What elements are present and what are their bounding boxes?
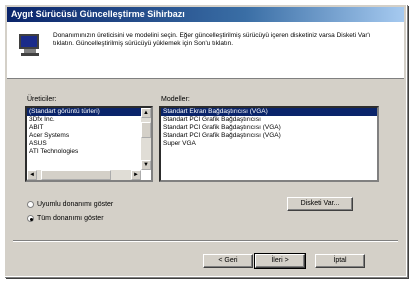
scroll-right-icon[interactable]: ►	[131, 170, 141, 180]
hscroll-thumb[interactable]	[41, 170, 111, 180]
wizard-window: Aygıt Sürücüsü Güncelleştirme Sihirbazı …	[4, 4, 407, 277]
next-button[interactable]: İleri >	[254, 253, 306, 269]
wizard-header: Donanımınızın üreticisini ve modelini se…	[7, 22, 404, 79]
back-button[interactable]: < Geri	[203, 254, 253, 268]
scroll-thumb[interactable]	[141, 122, 151, 138]
scroll-up-icon[interactable]: ▲	[141, 108, 151, 118]
window-title: Aygıt Sürücüsü Güncelleştirme Sihirbazı	[11, 9, 185, 19]
manufacturer-list-item[interactable]: ASUS	[27, 140, 151, 148]
model-list-item[interactable]: Super VGA	[161, 140, 377, 148]
title-bar[interactable]: Aygıt Sürücüsü Güncelleştirme Sihirbazı	[7, 7, 404, 22]
model-list-item[interactable]: Standart PCI Grafik Bağdaştırıcısı (VGA)	[161, 132, 377, 140]
model-list-item[interactable]: Standart Ekran Bağdaştırıcısı (VGA)	[161, 108, 377, 116]
models-label: Modeller:	[161, 96, 190, 103]
models-list[interactable]: Standart Ekran Bağdaştırıcısı (VGA) Stand…	[159, 106, 379, 182]
radio-button-icon	[27, 214, 34, 222]
model-list-item[interactable]: Standart PCI Grafik Bağdaştırıcısı	[161, 116, 377, 124]
manufacturer-list-item[interactable]: 3Dfx Inc.	[27, 116, 151, 124]
manufacturer-list-item[interactable]: (Standart görüntü türleri)	[27, 108, 151, 116]
manufacturer-list-item[interactable]: ABIT	[27, 124, 151, 132]
all-hardware-radio[interactable]: Tüm donanımı göster	[27, 214, 104, 223]
model-list-item[interactable]: Standart PCI Grafik Bağdaştırıcısı (VGA)	[161, 124, 377, 132]
scroll-down-icon[interactable]: ▼	[141, 160, 151, 170]
header-description: Donanımınızın üreticisini ve modelini se…	[53, 32, 371, 47]
scroll-left-icon[interactable]: ◄	[27, 170, 37, 180]
compatible-hardware-label: Uyumlu donanımı göster	[37, 201, 114, 208]
all-hardware-label: Tüm donanımı göster	[37, 215, 104, 222]
manufacturers-vscrollbar[interactable]: ▲ ▼	[141, 108, 151, 170]
compatible-hardware-radio[interactable]: Uyumlu donanımı göster	[27, 200, 113, 209]
manufacturers-label: Üreticiler:	[27, 96, 57, 103]
monitor-icon	[19, 34, 43, 56]
have-disk-button[interactable]: Disketi Var...	[287, 197, 353, 211]
separator	[13, 240, 398, 242]
manufacturers-list[interactable]: (Standart görüntü türleri) 3Dfx Inc. ABIT A…	[25, 106, 153, 182]
manufacturers-hscrollbar[interactable]: ◄ ►	[27, 170, 141, 180]
manufacturer-list-item[interactable]: Acer Systems	[27, 132, 151, 140]
cancel-button[interactable]: İptal	[315, 254, 365, 268]
manufacturer-list-item[interactable]: ATI Technologies	[27, 148, 151, 156]
radio-button-icon	[27, 200, 34, 208]
